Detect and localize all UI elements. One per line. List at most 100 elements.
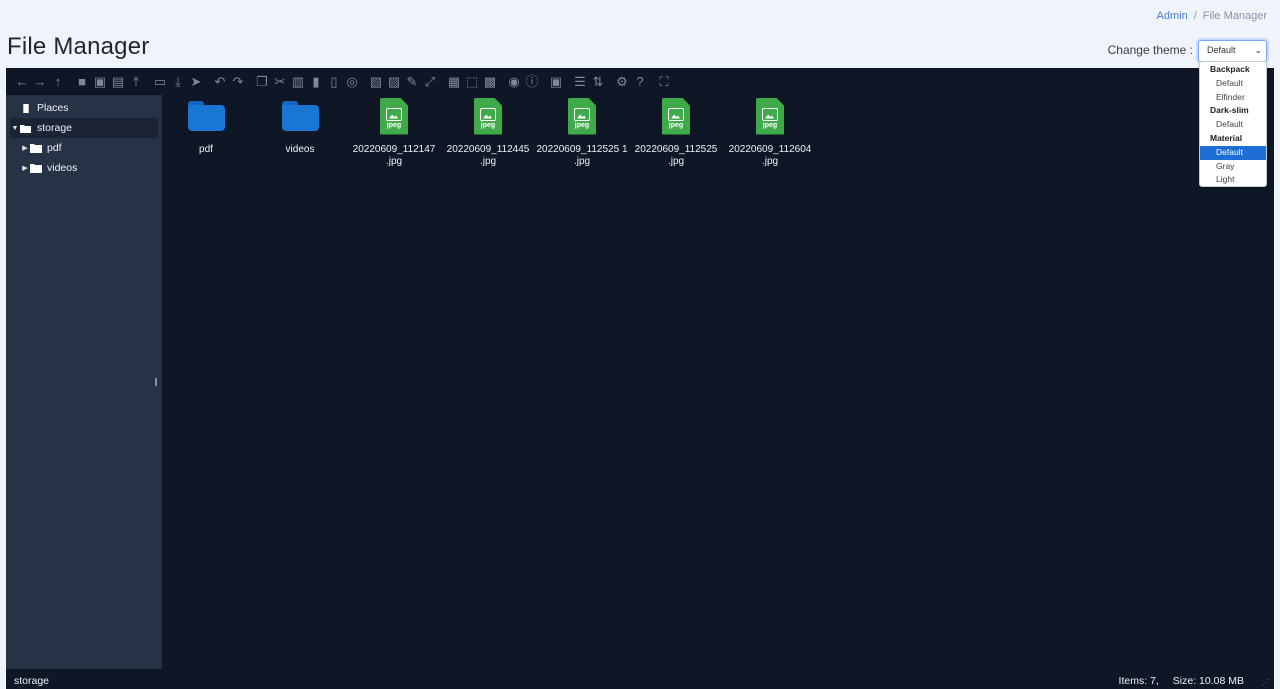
- option-backpack-default[interactable]: Default: [1200, 77, 1266, 91]
- nav-item-label: storage: [37, 122, 73, 134]
- current-path: storage: [14, 675, 50, 687]
- back-icon[interactable]: ←: [14, 74, 30, 90]
- nav-item-storage[interactable]: ▼ storage: [10, 118, 158, 138]
- chevron-down-icon: ⌄: [1254, 45, 1262, 55]
- home-icon[interactable]: ■: [74, 74, 90, 90]
- toolbar-group: ← → ↑: [14, 74, 66, 90]
- navbar: Places ▼ storage ▶ pdf ▶ videos: [6, 95, 162, 669]
- expand-arrow-icon[interactable]: ▼: [10, 125, 20, 132]
- optgroup-material: Material: [1210, 132, 1243, 143]
- info-icon[interactable]: ⓘ: [524, 74, 540, 90]
- download-icon[interactable]: ⤓: [170, 74, 186, 90]
- toolbar: ← → ↑ ■ ▣ ▤ ⤒ ▭ ⤓ ➤ ↶ ↷ ❐ ✂ ▥ ▮ ▯ ◎ ▧ ▨ ✎ ⤢ ▦ ⬚ ▩ ◉ ⓘ ▣ ☰ ⇅ ⚙? ⛶: [6, 68, 1274, 95]
- rename-icon[interactable]: ▨: [386, 74, 402, 90]
- paste-icon[interactable]: ▥: [290, 74, 306, 90]
- hide-icon[interactable]: ◎: [344, 74, 360, 90]
- optgroup-dark-slim: Dark-slim: [1210, 105, 1249, 116]
- option-backpack-elfinder[interactable]: Elfinder: [1200, 91, 1266, 105]
- folder-icon: [187, 101, 225, 131]
- breadcrumb-separator: /: [1193, 10, 1197, 22]
- toolbar-group: ☰ ⇅: [572, 74, 606, 90]
- toolbar-group: ▧ ▨ ✎ ⤢: [368, 74, 438, 90]
- open-icon[interactable]: ▭: [152, 74, 168, 90]
- theme-select[interactable]: Default ⌄: [1196, 38, 1269, 64]
- nav-item-label: Places: [37, 102, 69, 114]
- file-grid: pdf videos jpeg 20220609_112147 .jpg jpe…: [162, 95, 1274, 669]
- folder-icon: [281, 101, 319, 131]
- toolbar-group: ⚙?: [614, 74, 648, 90]
- theme-dropdown: Backpack Default Elfinder Dark-slim Defa…: [1199, 61, 1267, 187]
- file-item-jpeg[interactable]: jpeg 20220609_112147 .jpg: [348, 97, 440, 168]
- collapse-arrow-icon[interactable]: ▶: [20, 164, 30, 172]
- delete-icon[interactable]: ▮: [308, 74, 324, 90]
- folder-icon: [30, 163, 42, 173]
- new-folder-icon[interactable]: ▣: [92, 74, 108, 90]
- fullscreen-icon[interactable]: ⛶: [656, 74, 672, 90]
- upload-icon[interactable]: ⤒: [128, 74, 144, 90]
- help-icon[interactable]: ?: [632, 74, 648, 90]
- collapse-arrow-icon[interactable]: ▶: [20, 144, 30, 152]
- theme-label: Change theme :: [1107, 43, 1193, 57]
- toolbar-group: ■ ▣ ▤ ⤒: [74, 74, 144, 90]
- nav-item-places[interactable]: Places: [10, 98, 158, 118]
- nav-item-label: pdf: [47, 142, 62, 154]
- file-name-line2: .jpg: [667, 156, 685, 167]
- file-name-line1: 20220609_112604: [728, 144, 812, 155]
- option-material-light[interactable]: Light: [1200, 173, 1266, 187]
- preview-icon[interactable]: ◉: [506, 74, 522, 90]
- archive-icon[interactable]: ▣: [548, 74, 564, 90]
- breadcrumb-admin-link[interactable]: Admin: [1157, 10, 1188, 22]
- toolbar-group: ◉ ⓘ: [506, 74, 540, 90]
- sort-icon[interactable]: ⇅: [590, 74, 606, 90]
- theme-select-value: Default: [1207, 45, 1236, 55]
- file-name-line1: 20220609_112525: [634, 144, 718, 155]
- toolbar-group: ↶ ↷: [212, 74, 246, 90]
- file-name-line2: .jpg: [479, 156, 497, 167]
- file-item-videos[interactable]: videos: [254, 97, 346, 156]
- file-name-line1: 20220609_112445: [446, 144, 530, 155]
- option-material-gray[interactable]: Gray: [1200, 160, 1266, 174]
- cut-icon[interactable]: ✂: [272, 74, 288, 90]
- edit-icon[interactable]: ✎: [404, 74, 420, 90]
- nav-item-pdf[interactable]: ▶ pdf: [20, 138, 158, 158]
- up-icon[interactable]: ↑: [50, 74, 66, 90]
- image-file-icon: jpeg: [662, 97, 690, 135]
- resize-grip-icon[interactable]: ⋰: [1262, 678, 1270, 687]
- items-count: Items: 7,: [1118, 675, 1159, 687]
- select-icon[interactable]: ➤: [188, 74, 204, 90]
- redo-icon[interactable]: ↷: [230, 74, 246, 90]
- new-file-icon[interactable]: ▤: [110, 74, 126, 90]
- statusbar: storage Items: 7, Size: 10.08 MB ⋰: [6, 669, 1274, 689]
- file-item-pdf[interactable]: pdf: [160, 97, 252, 156]
- option-material-default[interactable]: Default: [1200, 145, 1266, 160]
- total-size: Size: 10.08 MB: [1172, 675, 1244, 687]
- folder-icon: [30, 143, 42, 153]
- select-all-icon[interactable]: ▦: [446, 74, 462, 90]
- file-item-jpeg[interactable]: jpeg 20220609_112604 .jpg: [724, 97, 816, 168]
- file-name: videos: [285, 144, 315, 155]
- toolbar-group: ▭ ⤓ ➤: [152, 74, 204, 90]
- file-item-jpeg[interactable]: jpeg 20220609_112445 .jpg: [442, 97, 534, 168]
- image-file-icon: jpeg: [474, 97, 502, 135]
- optgroup-backpack: Backpack: [1210, 64, 1250, 74]
- image-file-icon: jpeg: [380, 97, 408, 135]
- nav-item-videos[interactable]: ▶ videos: [20, 158, 158, 178]
- select-none-icon[interactable]: ⬚: [464, 74, 480, 90]
- file-item-jpeg[interactable]: jpeg 20220609_112525 1 .jpg: [536, 97, 628, 168]
- copy-icon[interactable]: ❐: [254, 74, 270, 90]
- file-name-line2: .jpg: [385, 156, 403, 167]
- breadcrumb-current: File Manager: [1202, 10, 1267, 22]
- toolbar-group: ▦ ⬚ ▩: [446, 74, 498, 90]
- invert-selection-icon[interactable]: ▩: [482, 74, 498, 90]
- option-dark-slim-default[interactable]: Default: [1200, 118, 1266, 132]
- undo-icon[interactable]: ↶: [212, 74, 228, 90]
- list-view-icon[interactable]: ☰: [572, 74, 588, 90]
- resize-handle[interactable]: [155, 378, 157, 386]
- trash-icon[interactable]: ▯: [326, 74, 342, 90]
- settings-icon[interactable]: ⚙: [614, 74, 630, 90]
- resize-icon[interactable]: ⤢: [422, 74, 438, 90]
- file-item-jpeg[interactable]: jpeg 20220609_112525 .jpg: [630, 97, 722, 168]
- duplicate-icon[interactable]: ▧: [368, 74, 384, 90]
- file-name-line2: .jpg: [573, 156, 591, 167]
- forward-icon[interactable]: →: [32, 74, 48, 90]
